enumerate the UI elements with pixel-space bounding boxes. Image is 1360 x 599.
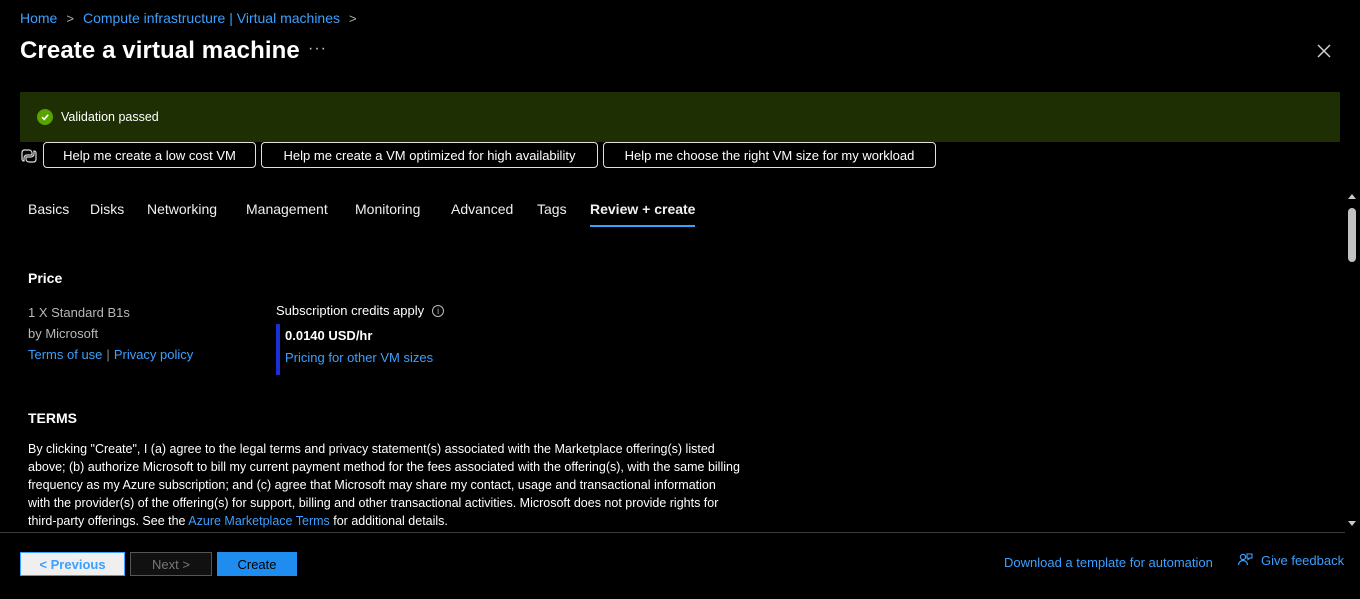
privacy-policy-link[interactable]: Privacy policy [114,347,193,362]
download-template-link[interactable]: Download a template for automation [1004,555,1213,570]
subscription-credits-label: Subscription credits apply [276,303,425,318]
give-feedback-link[interactable]: Give feedback [1237,552,1344,568]
prompt-vm-size-button[interactable]: Help me choose the right VM size for my … [603,142,936,168]
previous-button[interactable]: < Previous [20,552,125,576]
page-title: Create a virtual machine [20,37,300,64]
tab-basics[interactable]: Basics [28,201,90,226]
more-options-button[interactable]: ··· [308,40,327,58]
breadcrumb: Home > Compute infrastructure | Virtual … [20,10,366,26]
terms-body-end: for additional details. [329,514,448,528]
tab-disks[interactable]: Disks [90,201,147,226]
tab-management[interactable]: Management [246,201,355,226]
product-name: 1 X Standard B1s [28,305,130,320]
check-circle-icon [37,109,53,125]
link-divider: | [106,347,110,362]
scrollbar-thumb[interactable] [1348,208,1356,262]
price-product-info: 1 X Standard B1s by Microsoft Terms of u… [28,302,193,365]
info-icon[interactable]: i [432,304,445,317]
footer-divider [0,532,1345,533]
wizard-tabs: Basics Disks Networking Management Monit… [28,201,696,227]
tab-tags[interactable]: Tags [537,201,590,226]
close-icon[interactable] [1313,40,1335,62]
breadcrumb-chevron-icon: > [349,10,357,26]
breadcrumb-virtual-machines-link[interactable]: Compute infrastructure | Virtual machine… [83,10,340,26]
tab-advanced[interactable]: Advanced [451,201,537,226]
terms-text: By clicking "Create", I (a) agree to the… [28,440,740,530]
breadcrumb-home-link[interactable]: Home [20,10,57,26]
subscription-credits: Subscription credits apply i [276,303,445,318]
tab-review-create[interactable]: Review + create [590,201,696,227]
scroll-up-icon[interactable] [1348,194,1356,199]
validation-banner: Validation passed [20,92,1340,142]
pricing-other-sizes-link[interactable]: Pricing for other VM sizes [285,350,433,365]
terms-heading: TERMS [28,410,77,426]
tab-monitoring[interactable]: Monitoring [355,201,451,226]
validation-message: Validation passed [61,110,159,124]
product-publisher: by Microsoft [28,326,99,341]
vertical-scrollbar[interactable] [1345,190,1360,530]
prompt-low-cost-vm-button[interactable]: Help me create a low cost VM [43,142,256,168]
scroll-down-icon[interactable] [1348,521,1356,526]
terms-of-use-link[interactable]: Terms of use [28,347,102,362]
price-heading: Price [28,270,63,286]
tab-networking[interactable]: Networking [147,201,246,226]
give-feedback-label: Give feedback [1261,552,1345,568]
feedback-icon [1237,552,1253,568]
copilot-icon [20,147,38,165]
create-button[interactable]: Create [217,552,297,576]
breadcrumb-chevron-icon: > [66,10,74,26]
azure-marketplace-terms-link[interactable]: Azure Marketplace Terms [188,514,330,528]
prompt-high-availability-button[interactable]: Help me create a VM optimized for high a… [261,142,598,168]
hourly-price: 0.0140 USD/hr [285,328,373,343]
next-button[interactable]: Next > [130,552,212,576]
price-accent-bar [276,324,280,375]
